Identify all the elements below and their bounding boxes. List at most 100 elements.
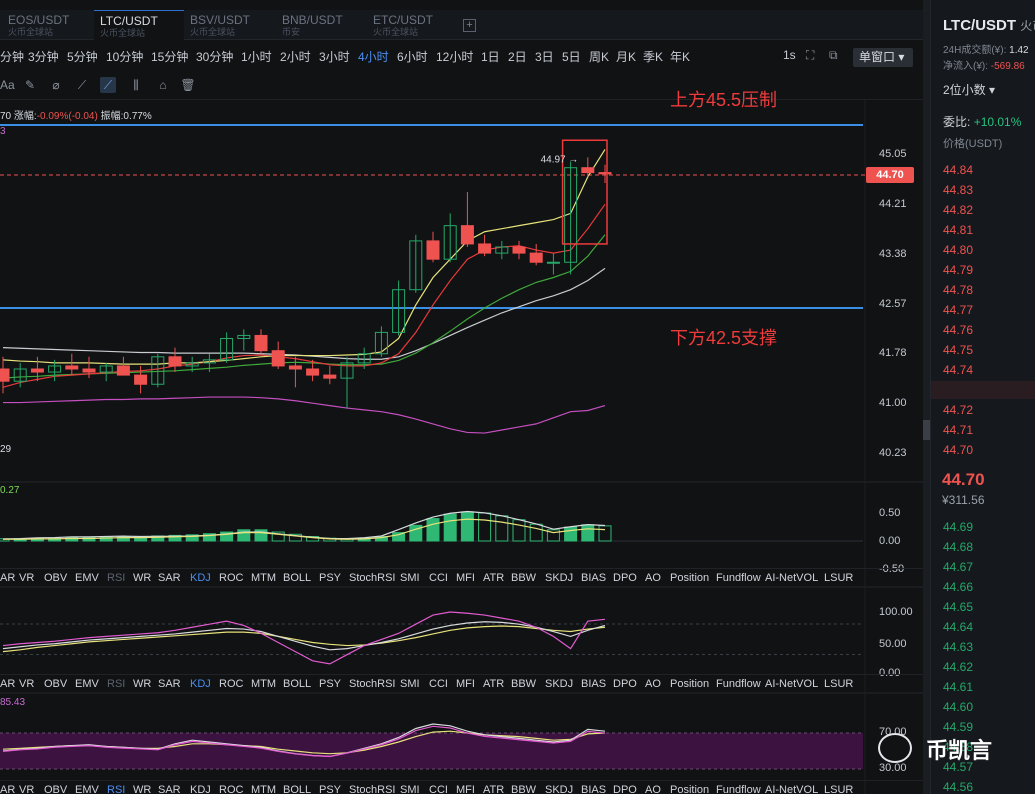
indicator-tab-bbw[interactable]: BBW (511, 572, 536, 584)
indicator-tab-wr[interactable]: WR (133, 572, 151, 584)
indicator-tab-roc[interactable]: ROC (219, 784, 243, 794)
indicator-tab-fundflow[interactable]: Fundflow (716, 572, 761, 584)
indicator-tab-ai-netvol[interactable]: AI-NetVOL (765, 678, 818, 690)
indicator-tab-cci[interactable]: CCI (429, 784, 448, 794)
indicator-tab-kdj[interactable]: KDJ (190, 572, 211, 584)
indicator-tab-boll[interactable]: BOLL (283, 784, 311, 794)
indicator-tab-ar[interactable]: AR (0, 784, 15, 794)
indicator-tab-mtm[interactable]: MTM (251, 678, 276, 690)
collapse-handle[interactable] (923, 420, 930, 440)
precision-select[interactable]: 2位小数 ▾ (943, 81, 995, 98)
ask-price[interactable]: 44.83 (943, 183, 973, 197)
ask-price[interactable]: 44.71 (943, 423, 973, 437)
indicator-tab-kdj[interactable]: KDJ (190, 678, 211, 690)
ask-price[interactable]: 44.84 (943, 163, 973, 177)
indicator-tab-bbw[interactable]: BBW (511, 784, 536, 794)
indicator-tab-smi[interactable]: SMI (400, 678, 420, 690)
indicator-tab-sar[interactable]: SAR (158, 784, 181, 794)
indicator-tab-bias[interactable]: BIAS (581, 784, 606, 794)
indicator-tab-bbw[interactable]: BBW (511, 678, 536, 690)
indicator-tab-ai-netvol[interactable]: AI-NetVOL (765, 572, 818, 584)
bid-price[interactable]: 44.69 (943, 520, 973, 534)
indicator-tab-psy[interactable]: PSY (319, 572, 341, 584)
indicator-tab-ao[interactable]: AO (645, 678, 661, 690)
indicator-tab-dpo[interactable]: DPO (613, 784, 637, 794)
indicator-tab-skdj[interactable]: SKDJ (545, 572, 573, 584)
bid-price[interactable]: 44.68 (943, 540, 973, 554)
ask-price[interactable]: 44.77 (943, 303, 973, 317)
indicator-tab-ar[interactable]: AR (0, 678, 15, 690)
indicator-tab-mfi[interactable]: MFI (456, 572, 475, 584)
indicator-tab-vr[interactable]: VR (19, 572, 34, 584)
indicator-tab-smi[interactable]: SMI (400, 572, 420, 584)
indicator-tab-vr[interactable]: VR (19, 678, 34, 690)
ask-price[interactable]: 44.81 (943, 223, 973, 237)
indicator-tab-lsur[interactable]: LSUR (824, 678, 853, 690)
indicator-tab-emv[interactable]: EMV (75, 572, 99, 584)
indicator-tab-ai-netvol[interactable]: AI-NetVOL (765, 784, 818, 794)
ask-price[interactable]: 44.80 (943, 243, 973, 257)
ask-price[interactable]: 44.76 (943, 323, 973, 337)
indicator-tab-atr[interactable]: ATR (483, 784, 504, 794)
indicator-tab-wr[interactable]: WR (133, 678, 151, 690)
bid-price[interactable]: 44.67 (943, 560, 973, 574)
indicator-tab-rsi[interactable]: RSI (107, 572, 125, 584)
ask-price[interactable]: 44.75 (943, 343, 973, 357)
indicator-tab-mfi[interactable]: MFI (456, 678, 475, 690)
bid-price[interactable]: 44.60 (943, 700, 973, 714)
indicator-tab-psy[interactable]: PSY (319, 678, 341, 690)
indicator-tab-position[interactable]: Position (670, 678, 709, 690)
indicator-tab-wr[interactable]: WR (133, 784, 151, 794)
indicator-tab-atr[interactable]: ATR (483, 678, 504, 690)
indicator-tab-bias[interactable]: BIAS (581, 572, 606, 584)
ask-price[interactable]: 44.82 (943, 203, 973, 217)
indicator-tab-stochrsi[interactable]: StochRSI (349, 784, 395, 794)
indicator-tab-dpo[interactable]: DPO (613, 572, 637, 584)
indicator-tab-sar[interactable]: SAR (158, 678, 181, 690)
bid-price[interactable]: 44.65 (943, 600, 973, 614)
indicator-tab-stochrsi[interactable]: StochRSI (349, 678, 395, 690)
indicator-tab-vr[interactable]: VR (19, 784, 34, 794)
indicator-tab-obv[interactable]: OBV (44, 572, 67, 584)
indicator-tab-ao[interactable]: AO (645, 784, 661, 794)
indicator-tab-emv[interactable]: EMV (75, 784, 99, 794)
indicator-tab-smi[interactable]: SMI (400, 784, 420, 794)
bid-price[interactable]: 44.63 (943, 640, 973, 654)
indicator-tab-psy[interactable]: PSY (319, 784, 341, 794)
bid-price[interactable]: 44.64 (943, 620, 973, 634)
indicator-tab-position[interactable]: Position (670, 572, 709, 584)
indicator-tab-fundflow[interactable]: Fundflow (716, 784, 761, 794)
indicator-tab-sar[interactable]: SAR (158, 572, 181, 584)
indicator-tab-lsur[interactable]: LSUR (824, 784, 853, 794)
bid-price[interactable]: 44.56 (943, 780, 973, 794)
indicator-tab-bias[interactable]: BIAS (581, 678, 606, 690)
bid-price[interactable]: 44.62 (943, 660, 973, 674)
indicator-tab-boll[interactable]: BOLL (283, 678, 311, 690)
indicator-tab-rsi[interactable]: RSI (107, 678, 125, 690)
ask-price[interactable]: 44.70 (943, 443, 973, 457)
bid-price[interactable]: 44.61 (943, 680, 973, 694)
indicator-tab-skdj[interactable]: SKDJ (545, 784, 573, 794)
ask-price[interactable]: 44.72 (943, 403, 973, 417)
ask-price[interactable]: 44.74 (943, 363, 973, 377)
indicator-tab-stochrsi[interactable]: StochRSI (349, 572, 395, 584)
indicator-tab-emv[interactable]: EMV (75, 678, 99, 690)
indicator-tab-kdj[interactable]: KDJ (190, 784, 211, 794)
indicator-tab-boll[interactable]: BOLL (283, 572, 311, 584)
indicator-tab-roc[interactable]: ROC (219, 678, 243, 690)
indicator-tab-mtm[interactable]: MTM (251, 572, 276, 584)
indicator-tab-rsi[interactable]: RSI (107, 784, 125, 794)
indicator-tab-skdj[interactable]: SKDJ (545, 678, 573, 690)
bid-price[interactable]: 44.59 (943, 720, 973, 734)
indicator-tab-lsur[interactable]: LSUR (824, 572, 853, 584)
indicator-tab-ao[interactable]: AO (645, 572, 661, 584)
indicator-tab-ar[interactable]: AR (0, 572, 15, 584)
indicator-tab-mtm[interactable]: MTM (251, 784, 276, 794)
indicator-tab-cci[interactable]: CCI (429, 678, 448, 690)
bid-price[interactable]: 44.66 (943, 580, 973, 594)
indicator-tab-obv[interactable]: OBV (44, 678, 67, 690)
ask-price[interactable]: 44.79 (943, 263, 973, 277)
indicator-tab-obv[interactable]: OBV (44, 784, 67, 794)
indicator-tab-roc[interactable]: ROC (219, 572, 243, 584)
indicator-tab-dpo[interactable]: DPO (613, 678, 637, 690)
